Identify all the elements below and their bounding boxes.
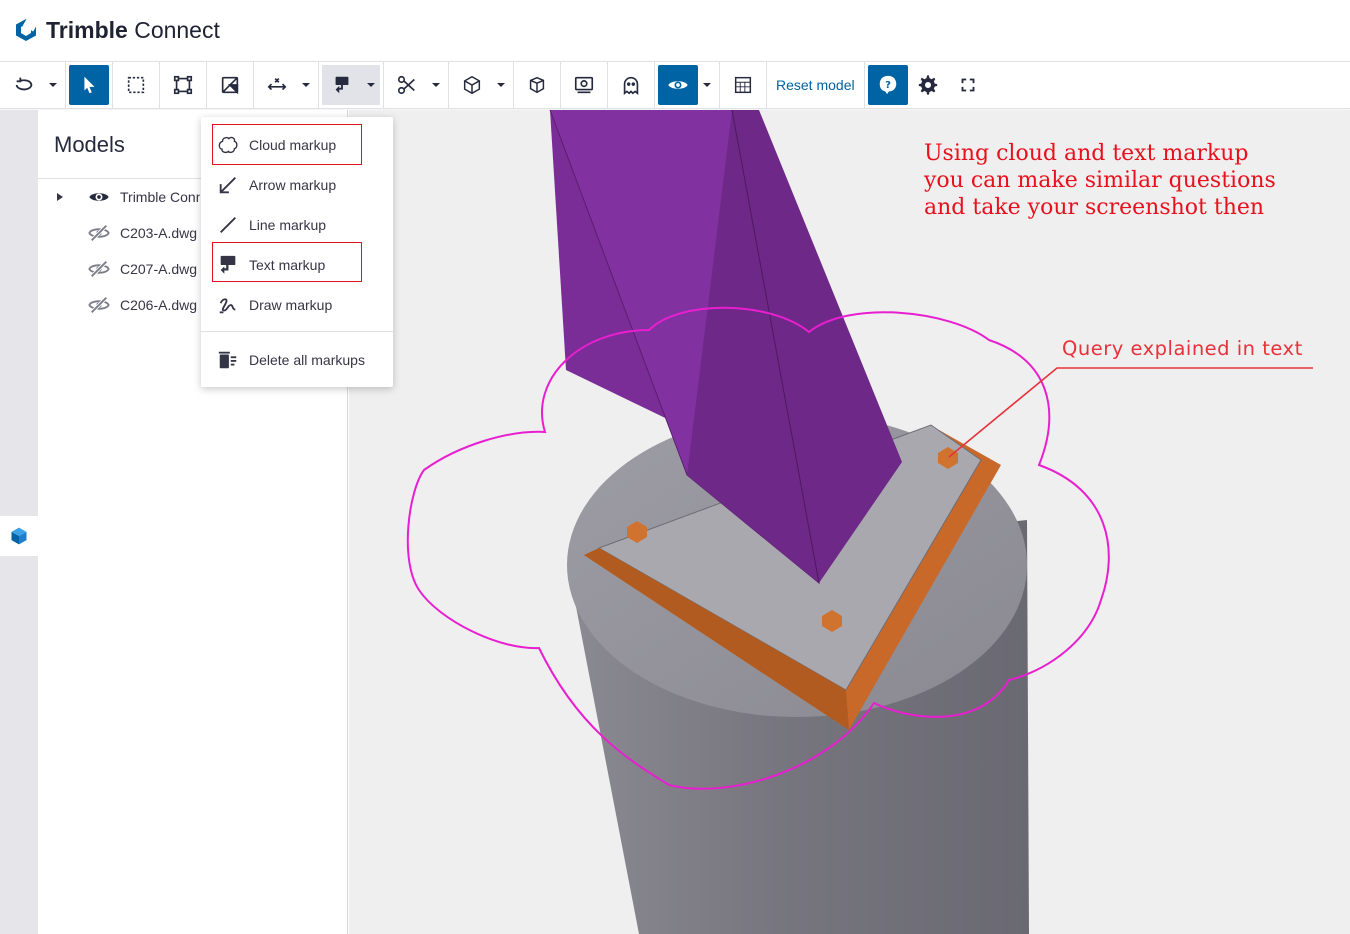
eye-icon[interactable] (88, 185, 112, 209)
view-cube-icon[interactable] (452, 65, 492, 105)
toolbar-divider (383, 61, 384, 109)
trimble-logo-icon (16, 18, 38, 41)
scene-render (406, 110, 1313, 934)
eye-off-icon[interactable] (88, 257, 112, 281)
measure-icon[interactable] (257, 65, 297, 105)
toolbar-divider (112, 61, 113, 109)
render-icon[interactable] (723, 65, 763, 105)
toolbar-divider (448, 61, 449, 109)
toolbar-divider (560, 61, 561, 109)
visibility-icon[interactable] (658, 65, 698, 105)
app-header: Trimble Connect (0, 0, 1350, 60)
line-icon (217, 214, 239, 236)
left-rail (0, 110, 38, 934)
iso-view-icon[interactable] (517, 65, 557, 105)
model-label: C207-A.dwg (120, 261, 198, 277)
text-markup-label[interactable]: Query explained in text (1062, 337, 1303, 360)
highlight-box-text-markup (212, 242, 362, 282)
model-label: Trimble Connect (120, 189, 200, 205)
menu-item-arrow-markup[interactable]: Arrow markup (201, 165, 393, 205)
3d-viewport[interactable] (349, 110, 1350, 934)
toolbar-divider (159, 61, 160, 109)
highlight-box-cloud-markup (212, 124, 362, 165)
visibility-dropdown-icon[interactable] (698, 65, 716, 105)
toolbar-divider (206, 61, 207, 109)
eye-off-icon[interactable] (88, 293, 112, 317)
toolbar-divider (654, 61, 655, 109)
menu-item-draw-markup[interactable]: Draw markup (201, 285, 393, 325)
toolbar-divider (766, 61, 767, 109)
toolbar-divider (513, 61, 514, 109)
box-select-icon[interactable] (116, 65, 156, 105)
cut-icon[interactable] (387, 65, 427, 105)
view-dropdown-icon[interactable] (492, 65, 510, 105)
markup-icon[interactable] (322, 65, 362, 105)
snapshot-icon[interactable] (564, 65, 604, 105)
model-label: C203-A.dwg (120, 225, 198, 241)
clip-icon[interactable] (210, 65, 250, 105)
fullscreen-icon[interactable] (948, 65, 988, 105)
delete-list-icon (217, 349, 239, 371)
cut-dropdown-icon[interactable] (427, 65, 445, 105)
toolbar-divider (607, 61, 608, 109)
main-toolbar: Reset model ? (0, 61, 1350, 109)
svg-text:?: ? (885, 80, 891, 91)
measure-dropdown-icon[interactable] (297, 65, 315, 105)
text-markup-leader[interactable] (948, 367, 1313, 458)
draw-icon (217, 294, 239, 316)
toolbar-divider (253, 61, 254, 109)
model-label: C206-A.dwg (120, 297, 198, 313)
cube-icon (11, 527, 27, 545)
panel-title: Models (54, 132, 125, 157)
models-rail-button[interactable] (0, 516, 38, 556)
app-title: Trimble Connect (46, 16, 220, 43)
eye-off-icon[interactable] (88, 221, 112, 245)
markup-dropdown-icon[interactable] (362, 65, 380, 105)
select-icon[interactable] (69, 65, 109, 105)
arrow-icon (217, 174, 239, 196)
orbit-icon[interactable] (4, 65, 44, 105)
toolbar-divider (719, 61, 720, 109)
toolbar-divider (318, 61, 319, 109)
settings-icon[interactable] (908, 65, 948, 105)
menu-item-line-markup[interactable]: Line markup (201, 205, 393, 245)
ghost-icon[interactable] (611, 65, 651, 105)
menu-item-delete-all-markups[interactable]: Delete all markups (201, 340, 393, 380)
fit-icon[interactable] (163, 65, 203, 105)
annotation-text: Using cloud and text markup you can make… (924, 141, 1276, 220)
toolbar-divider (65, 61, 66, 109)
toolbar-divider (863, 61, 865, 109)
menu-divider (201, 331, 393, 332)
orbit-dropdown-icon[interactable] (44, 65, 62, 105)
help-icon[interactable]: ? (867, 65, 908, 105)
expand-icon[interactable] (56, 189, 66, 205)
reset-model-button[interactable]: Reset model (770, 65, 861, 105)
